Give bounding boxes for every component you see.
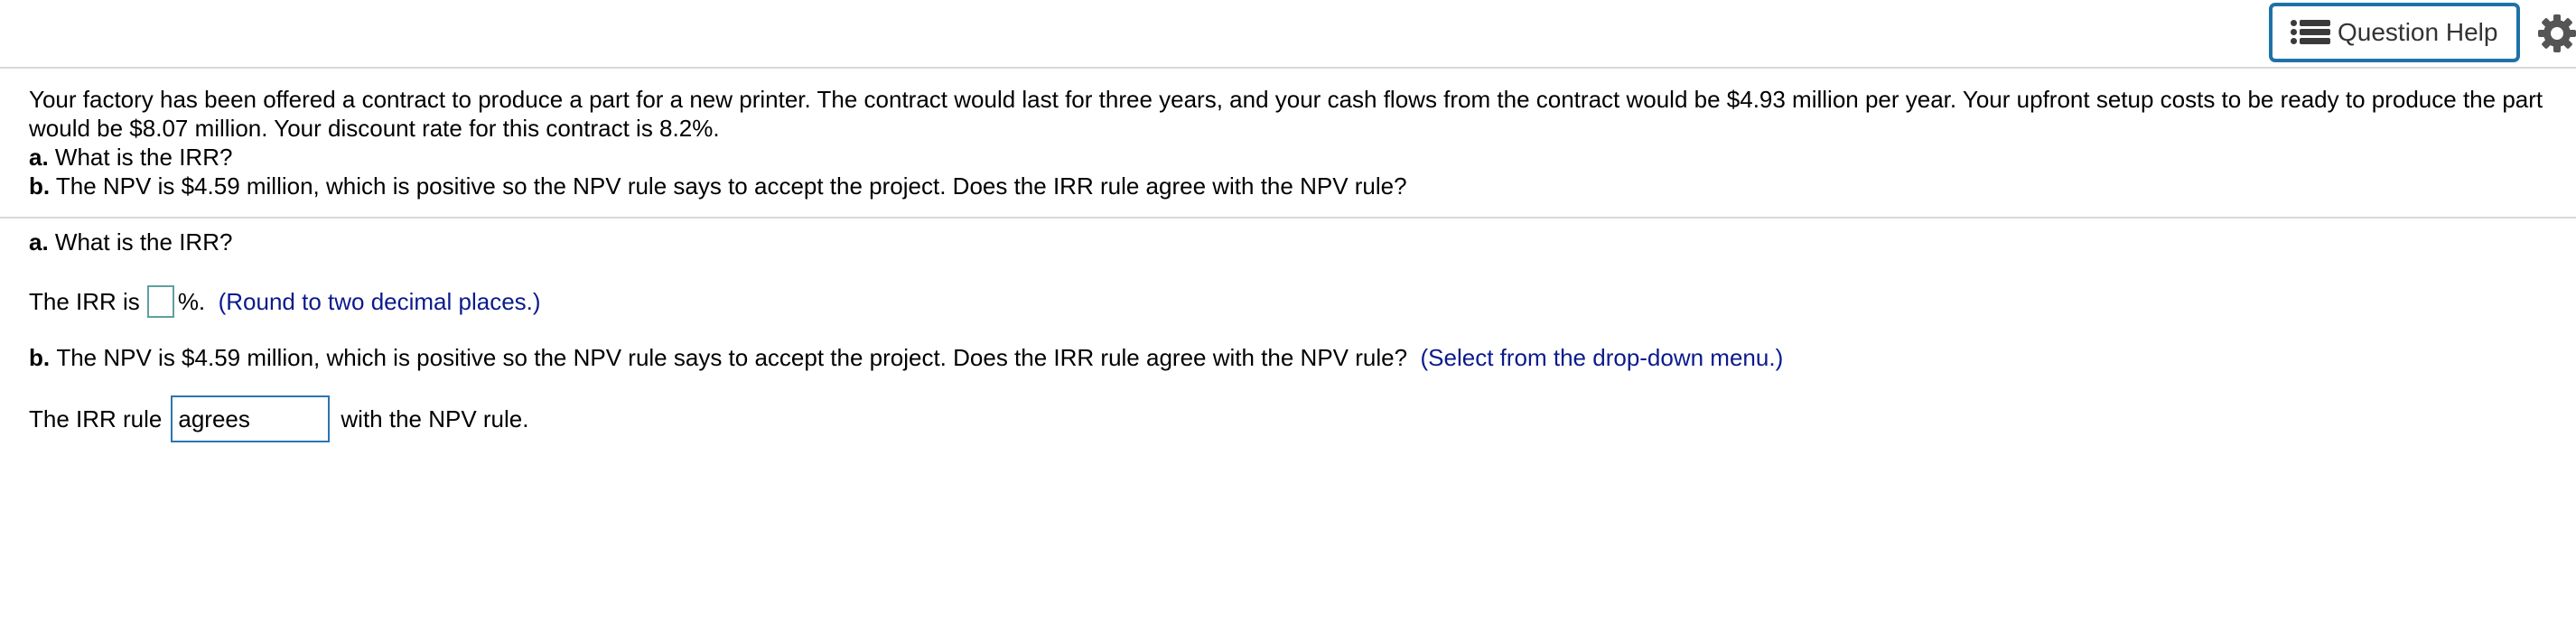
irr-rule-suffix: with the NPV rule. xyxy=(341,405,529,432)
answer-part-b-text: The NPV is $4.59 million, which is posit… xyxy=(56,344,1408,371)
irr-suffix: %. xyxy=(177,288,206,315)
answer-part-b-prefix: b. xyxy=(29,344,51,371)
part-a-text: What is the IRR? xyxy=(54,144,233,171)
irr-rule-dropdown[interactable]: agrees xyxy=(171,395,331,442)
question-help-label: Question Help xyxy=(2338,18,2498,46)
answer-part-a-prefix: a. xyxy=(29,228,49,256)
irr-rule-label: The IRR rule xyxy=(29,405,163,432)
irr-rule-row: The IRR rule agrees with the NPV rule. xyxy=(29,395,528,442)
part-a-prefix: a. xyxy=(29,144,49,171)
question-part-b: b. The NPV is $4.59 million, which is po… xyxy=(29,172,2549,200)
question-part-a: a. What is the IRR? xyxy=(29,143,2549,172)
irr-label: The IRR is xyxy=(29,288,140,315)
gear-icon[interactable] xyxy=(2538,14,2576,52)
question-stem: Your factory has been offered a contract… xyxy=(29,85,2549,200)
top-toolbar: Question Help xyxy=(0,0,2576,69)
irr-input[interactable] xyxy=(146,285,174,318)
irr-hint: (Round to two decimal places.) xyxy=(218,288,541,315)
part-b-prefix: b. xyxy=(29,172,51,200)
irr-answer-row: The IRR is %. (Round to two decimal plac… xyxy=(29,285,541,318)
answer-part-a-text: What is the IRR? xyxy=(54,228,233,256)
answer-part-a-heading: a. What is the IRR? xyxy=(29,228,232,256)
question-paragraph: Your factory has been offered a contract… xyxy=(29,86,2543,142)
part-b-text: The NPV is $4.59 million, which is posit… xyxy=(55,172,1407,200)
section-divider xyxy=(0,217,2576,219)
part-b-hint: (Select from the drop-down menu.) xyxy=(1420,344,1784,371)
list-icon xyxy=(2291,18,2330,47)
question-help-button[interactable]: Question Help xyxy=(2269,3,2520,62)
answer-part-b-heading: b. The NPV is $4.59 million, which is po… xyxy=(29,343,1783,372)
